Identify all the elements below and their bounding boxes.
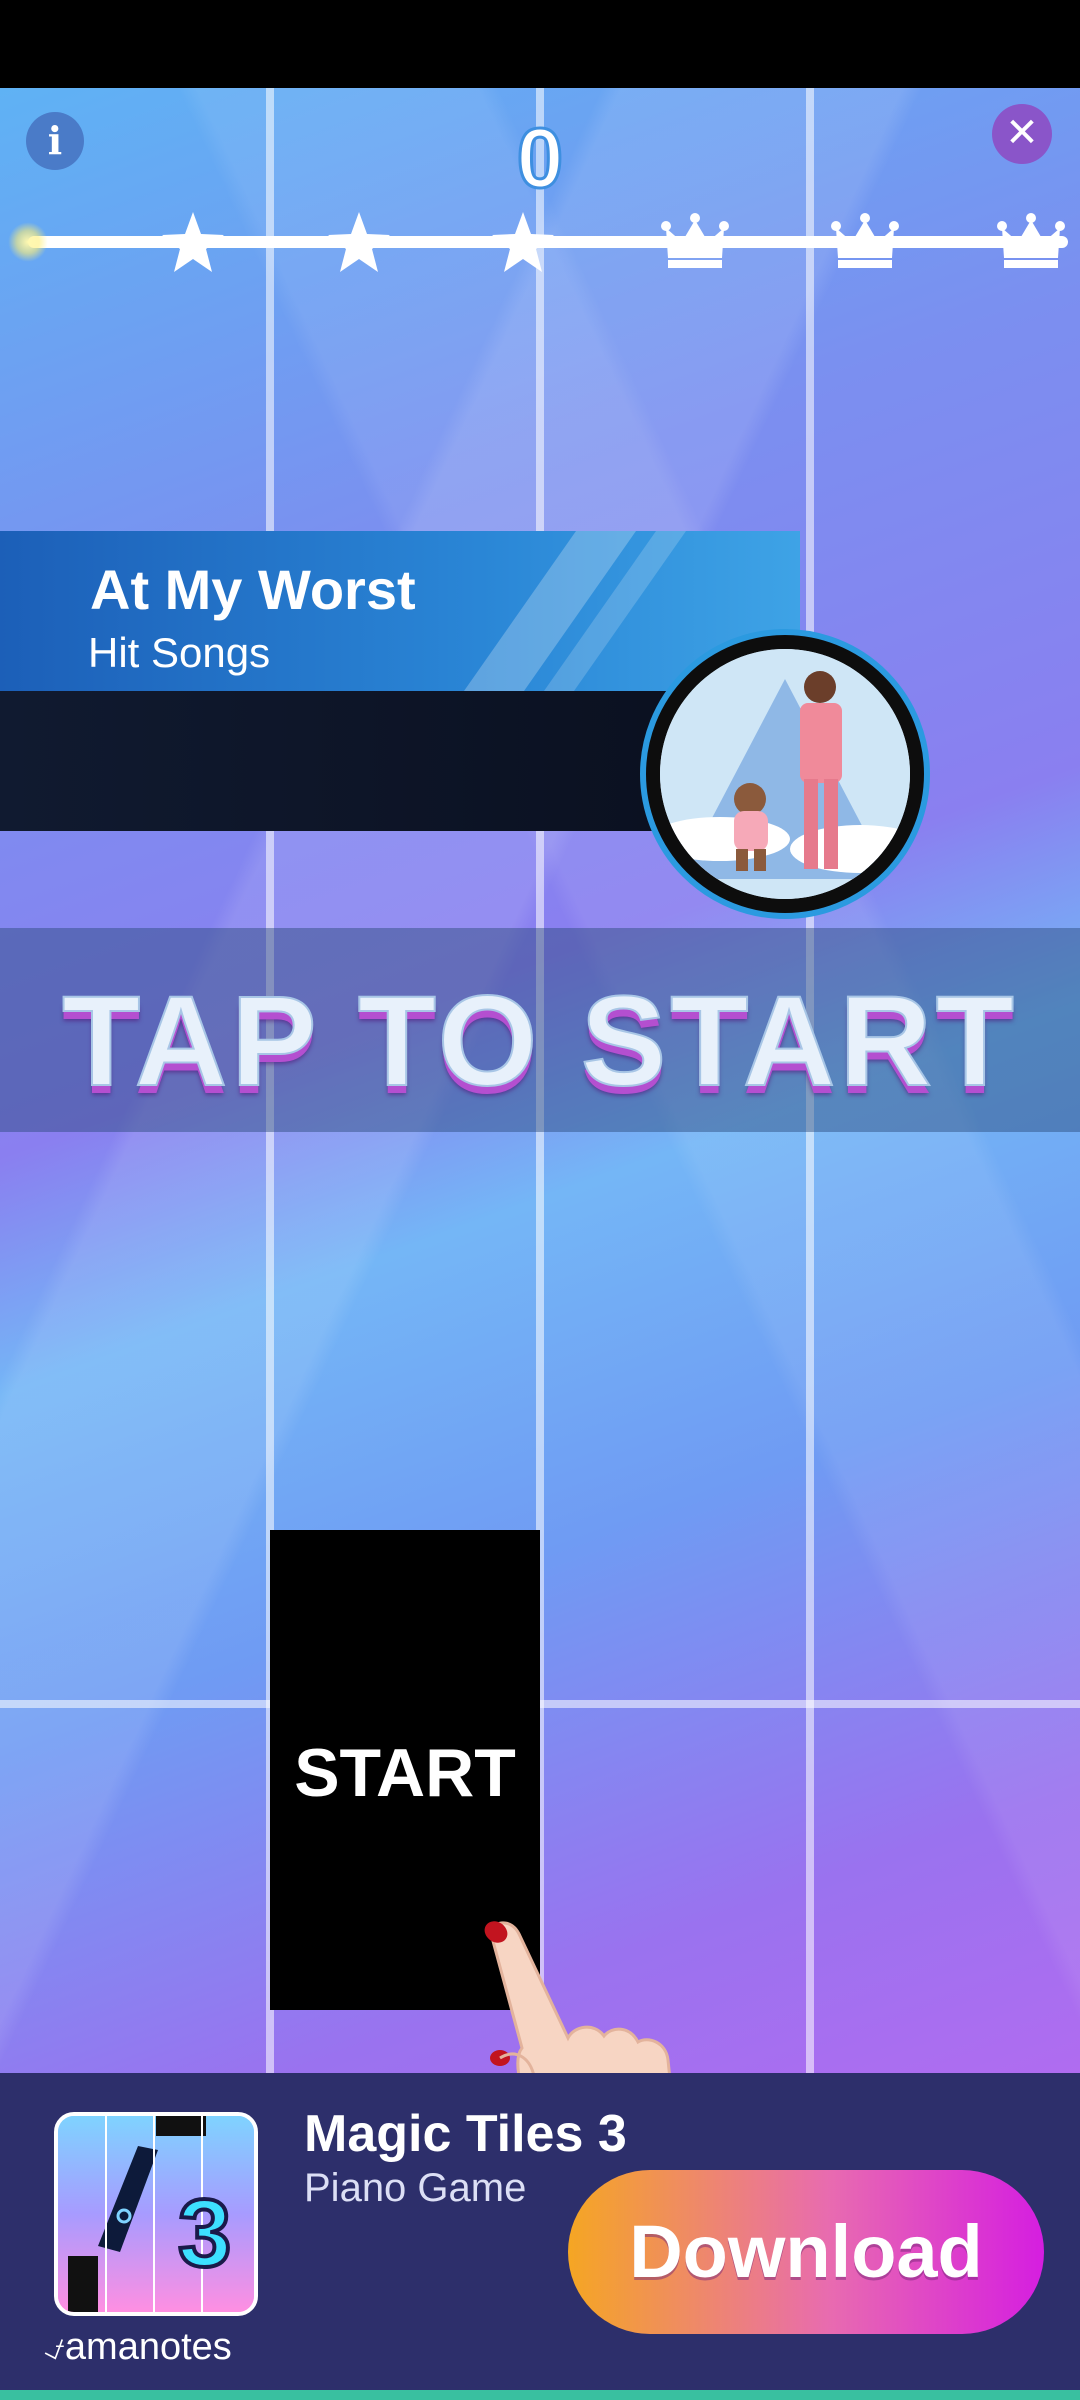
status-bar [0,0,1080,88]
ad-app-subtitle: Piano Game [304,2166,527,2210]
score-counter: 0 [515,110,565,207]
song-banner[interactable]: At My Worst Hit Songs [0,531,940,919]
tile-row-divider [0,1700,1080,1708]
crown-icon [661,213,729,268]
amanotes-logo-icon: ⍻ [44,2326,65,2368]
ad-brand: ⍻amanotes [44,2326,232,2369]
album-art [660,649,910,899]
ad-brand-label: amanotes [64,2326,232,2368]
ad-app-icon-number: 3 [178,2180,231,2287]
song-category: Hit Songs [88,629,271,676]
crown-icon [831,213,899,268]
game-board[interactable]: i ✕ 0 At My Worst Hit Songs TAP TO START… [0,88,1080,2073]
pointing-hand-icon [484,1921,671,2073]
star-icon [492,212,554,272]
ad-app-icon[interactable]: 3 [54,2112,258,2316]
progress-indicator [8,222,48,262]
star-icon [328,212,390,272]
crown-icon [997,213,1065,268]
download-button[interactable]: Download [568,2170,1044,2334]
song-title: At My Worst [90,558,416,621]
tap-to-start-label: TAP TO START [61,969,1018,1114]
ad-bottom-border [0,2390,1080,2400]
star-icon [162,212,224,272]
ad-app-name: Magic Tiles 3 [304,2105,627,2163]
start-tile-label: START [294,1735,516,1811]
